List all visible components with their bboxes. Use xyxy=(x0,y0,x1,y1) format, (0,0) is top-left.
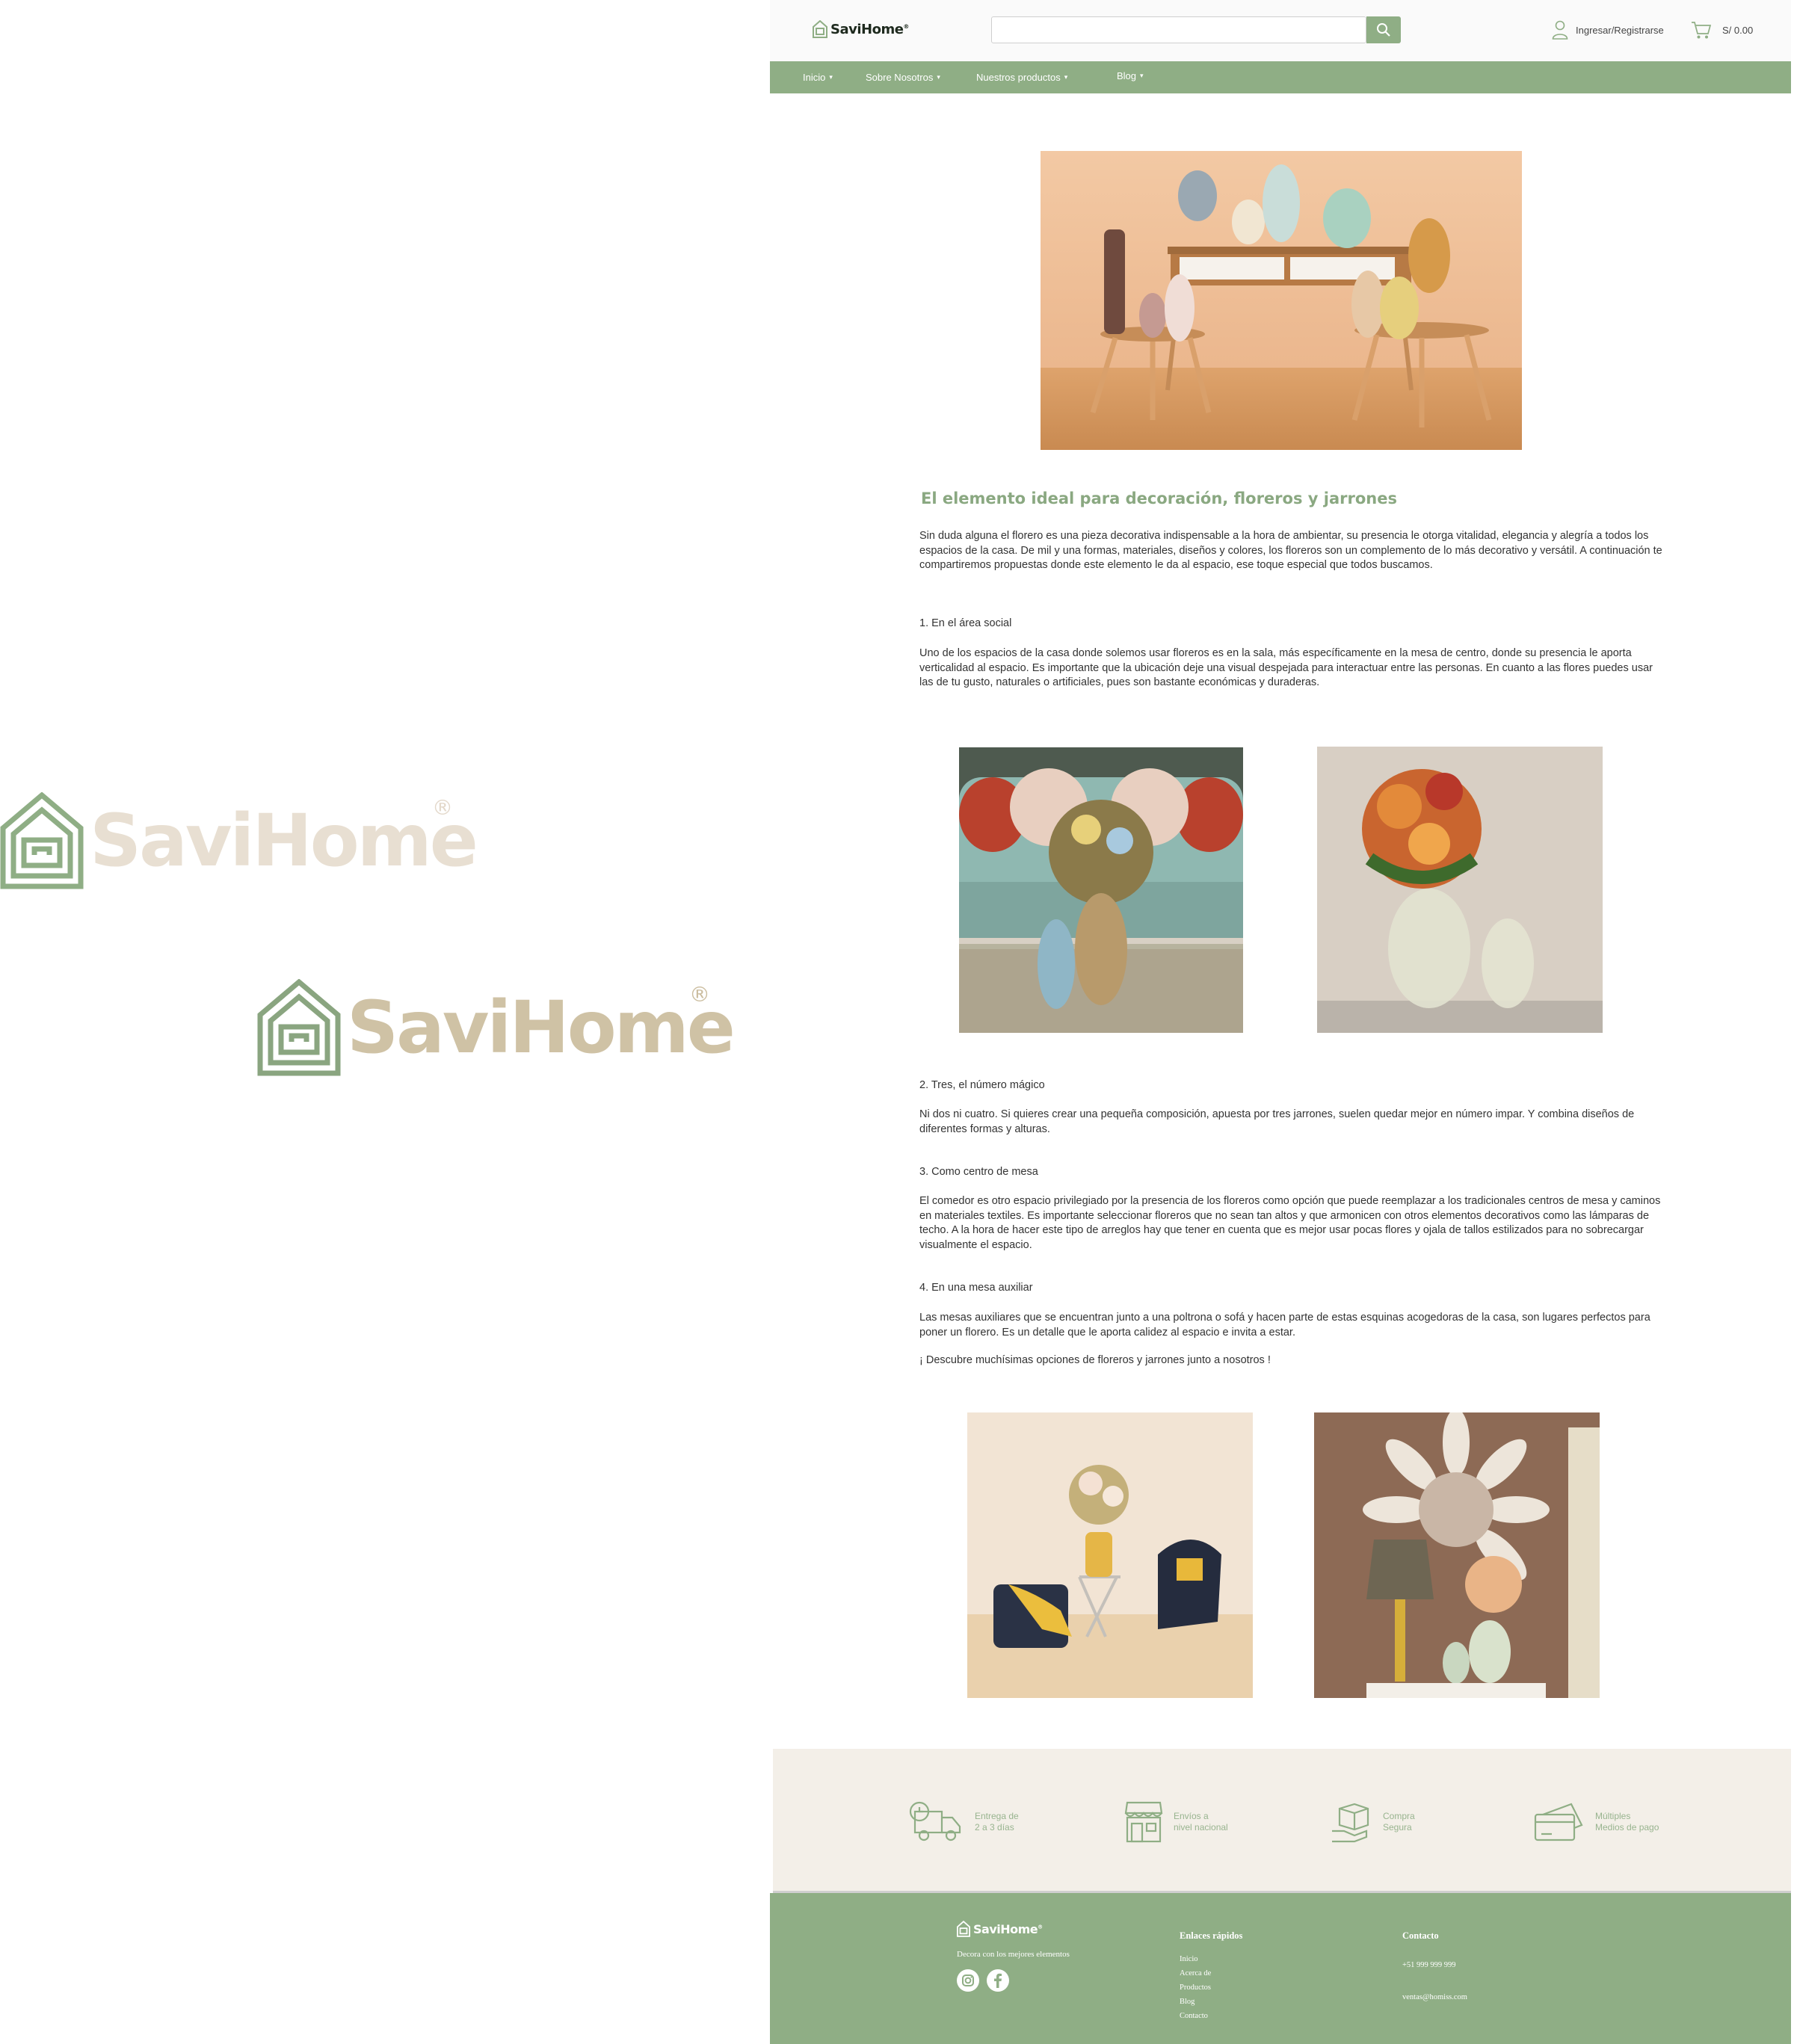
footer-phone: +51 999 999 999 xyxy=(1402,1961,1456,1969)
footer-link-productos[interactable]: Productos xyxy=(1180,1983,1211,1992)
footer: SaviHome® Decora con los mejores element… xyxy=(770,1893,1791,2044)
section-heading: 2. Tres, el número mágico xyxy=(919,1079,1045,1091)
hero-image-console-vases xyxy=(1041,151,1522,450)
feature-payment: Múltiples Medios de pago xyxy=(1532,1801,1659,1843)
footer-link-contacto[interactable]: Contacto xyxy=(1180,2012,1208,2020)
image-sofa-vase xyxy=(959,747,1243,1033)
nav-item-label: Nuestros productos xyxy=(976,72,1061,83)
cart-link[interactable]: S/ 0.00 xyxy=(1691,20,1753,40)
delivery-truck-icon xyxy=(909,1801,961,1841)
chevron-down-icon: ▾ xyxy=(1064,73,1068,81)
brand-name: SaviHome xyxy=(830,21,904,37)
search-input[interactable] xyxy=(998,20,1315,40)
instagram-icon[interactable] xyxy=(957,1969,979,1992)
footer-brand-name: SaviHome xyxy=(973,1921,1038,1936)
feature-secure: Compra Segura xyxy=(1331,1801,1415,1843)
footer-link-acerca[interactable]: Acerca de xyxy=(1180,1969,1211,1977)
footer-contact-heading: Contacto xyxy=(1402,1930,1439,1941)
house-logo-icon xyxy=(813,20,827,38)
image-orange-bouquet xyxy=(1317,747,1603,1033)
image-armchair-vase xyxy=(967,1412,1253,1698)
house-logo-icon xyxy=(0,792,84,889)
house-logo-icon xyxy=(257,979,341,1076)
account-link[interactable]: Ingresar/Registrarse xyxy=(1552,20,1664,40)
social-links xyxy=(957,1969,1009,1992)
article-title: El elemento ideal para decoración, flore… xyxy=(921,490,1397,507)
footer-links-heading: Enlaces rápidos xyxy=(1180,1930,1243,1941)
main-nav: Inicio ▾ Sobre Nosotros ▾ Nuestros product… xyxy=(770,61,1791,93)
section-text: Las mesas auxiliares que se encuentran j… xyxy=(919,1312,1650,1339)
nav-item-label: Blog xyxy=(1117,70,1137,81)
image-sunburst-mirror xyxy=(1314,1412,1600,1698)
side-logo-wordmark: SaviHome xyxy=(90,799,478,883)
section-heading: 4. En una mesa auxiliar xyxy=(919,1282,1033,1294)
secure-box-icon xyxy=(1332,1803,1369,1843)
footer-link-inicio[interactable]: Inicio xyxy=(1180,1955,1198,1963)
section-heading: 3. Como centro de mesa xyxy=(919,1166,1038,1178)
house-logo-icon xyxy=(957,1921,970,1937)
section-text: El comedor es otro espacio privilegiado … xyxy=(919,1195,1661,1251)
side-logo-wordmark: SaviHome xyxy=(347,986,736,1069)
footer-email[interactable]: ventas@homiss.com xyxy=(1402,1993,1467,2001)
section-text: Ni dos ni cuatro. Si quieres crear una p… xyxy=(919,1108,1635,1135)
feature-label: Compra Segura xyxy=(1383,1811,1415,1833)
feature-shipping: Envíos a nivel nacional xyxy=(1124,1801,1228,1843)
store-icon xyxy=(1124,1801,1163,1843)
feature-label: Múltiples Medios de pago xyxy=(1595,1811,1659,1833)
side-logo-faded: SaviHome ® xyxy=(0,792,478,889)
feature-delivery: Entrega de 2 a 3 días xyxy=(904,1801,1019,1843)
credit-card-icon xyxy=(1534,1803,1583,1841)
brand-logo[interactable]: SaviHome® xyxy=(813,20,909,38)
nav-item-blog[interactable]: Blog ▾ xyxy=(1117,70,1144,81)
nav-item-inicio[interactable]: Inicio ▾ xyxy=(803,72,833,83)
facebook-icon[interactable] xyxy=(987,1969,1009,1992)
blog-page: SaviHome® Ingresar/Registrarse S/ 0.00 I… xyxy=(770,0,1794,2044)
user-icon xyxy=(1552,20,1568,40)
features-band: Entrega de 2 a 3 días Envíos a nivel nac… xyxy=(773,1749,1791,1893)
feature-label: Entrega de 2 a 3 días xyxy=(975,1811,1019,1833)
search-button[interactable] xyxy=(1366,16,1401,43)
nav-item-sobre-nosotros[interactable]: Sobre Nosotros ▾ xyxy=(866,72,940,83)
nav-item-label: Sobre Nosotros xyxy=(866,72,934,83)
section-heading: 1. En el área social xyxy=(919,617,1012,629)
registered-mark: ® xyxy=(689,982,710,1007)
footer-tagline: Decora con los mejores elementos xyxy=(957,1950,1070,1959)
section-text: Uno de los espacios de la casa donde sol… xyxy=(919,647,1653,688)
nav-item-productos[interactable]: Nuestros productos ▾ xyxy=(976,72,1067,83)
account-label: Ingresar/Registrarse xyxy=(1576,24,1664,36)
side-logo-tan: SaviHome ® xyxy=(257,979,736,1076)
footer-link-blog[interactable]: Blog xyxy=(1180,1998,1195,2006)
cart-total: S/ 0.00 xyxy=(1722,24,1754,36)
chevron-down-icon: ▾ xyxy=(1140,72,1144,79)
registered-mark: ® xyxy=(903,22,909,30)
feature-label: Envíos a nivel nacional xyxy=(1174,1811,1228,1833)
search-box xyxy=(991,16,1366,43)
nav-item-label: Inicio xyxy=(803,72,826,83)
cart-icon xyxy=(1692,22,1712,39)
article-closing: ¡ Descubre muchísimas opciones de florer… xyxy=(919,1354,1271,1366)
registered-mark: ® xyxy=(1038,1924,1043,1930)
chevron-down-icon: ▾ xyxy=(937,73,940,81)
chevron-down-icon: ▾ xyxy=(829,73,833,81)
registered-mark: ® xyxy=(432,795,453,820)
article-intro: Sin duda alguna el florero es una pieza … xyxy=(919,530,1662,571)
top-bar: SaviHome® Ingresar/Registrarse S/ 0.00 xyxy=(770,0,1791,61)
footer-brand-logo[interactable]: SaviHome® xyxy=(957,1921,1043,1937)
search-icon xyxy=(1377,23,1390,37)
